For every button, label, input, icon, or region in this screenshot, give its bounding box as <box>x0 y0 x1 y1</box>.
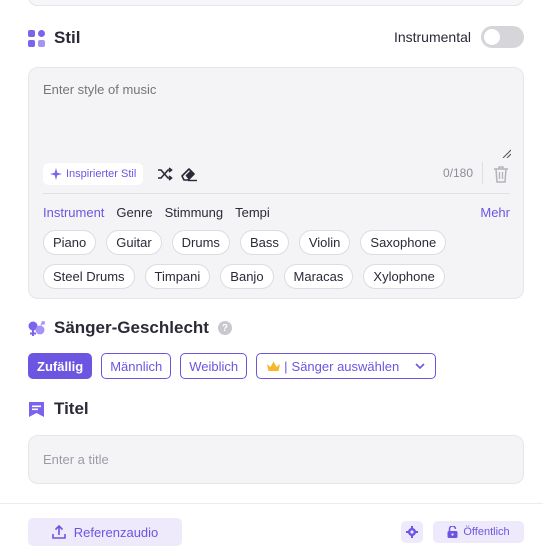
count-divider <box>482 162 483 184</box>
tab-tempi[interactable]: Tempi <box>235 205 270 220</box>
gender-female-button[interactable]: Weiblich <box>180 353 248 379</box>
chip-timpani[interactable]: Timpani <box>144 264 211 289</box>
reference-audio-button[interactable]: Referenzaudio <box>28 518 182 546</box>
style-input[interactable] <box>43 82 511 157</box>
sparkle-icon <box>50 168 62 180</box>
more-link[interactable]: Mehr <box>480 205 510 220</box>
style-section-header: Stil <box>28 28 80 48</box>
chip-bass[interactable]: Bass <box>239 230 289 255</box>
separator: | <box>284 358 288 374</box>
inspired-style-button[interactable]: Inspirierter Stil <box>43 163 144 185</box>
settings-button[interactable] <box>401 521 423 543</box>
tab-instrument[interactable]: Instrument <box>43 205 104 220</box>
style-tabs: Instrument Genre Stimmung Tempi <box>43 205 282 220</box>
gender-random-button[interactable]: Zufällig <box>28 353 93 379</box>
bookmark-icon <box>28 401 45 418</box>
shuffle-icon[interactable] <box>157 166 173 182</box>
gear-icon <box>406 526 418 538</box>
public-visibility-button[interactable]: Öffentlich <box>433 521 524 543</box>
style-card: Inspirierter Stil 0/180 Instrument Genre… <box>28 67 524 299</box>
tab-stimmung[interactable]: Stimmung <box>165 205 224 220</box>
singer-section-header: Sänger-Geschlecht ? <box>28 318 232 338</box>
chip-steel-drums[interactable]: Steel Drums <box>43 264 135 289</box>
inspired-style-label: Inspirierter Stil <box>66 168 137 180</box>
toggle-knob <box>484 29 500 45</box>
reference-audio-label: Referenzaudio <box>73 524 159 540</box>
chip-row-2: Steel Drums Timpani Banjo Maracas Xyloph… <box>43 264 445 289</box>
trash-icon[interactable] <box>493 165 509 183</box>
upload-icon <box>51 525 66 539</box>
card-divider <box>43 193 510 194</box>
chip-violin[interactable]: Violin <box>298 230 351 255</box>
instrumental-label: Instrumental <box>393 29 471 45</box>
choose-singer-label: Sänger auswählen <box>291 358 400 374</box>
choose-singer-dropdown[interactable]: | Sänger auswählen <box>256 353 437 379</box>
previous-card-edge <box>28 0 524 6</box>
resize-grip-icon[interactable] <box>501 148 511 158</box>
grid-shapes-icon <box>28 29 45 47</box>
gender-icon <box>28 320 45 337</box>
unlock-icon <box>447 526 458 538</box>
chip-saxophone[interactable]: Saxophone <box>360 230 447 255</box>
tab-genre[interactable]: Genre <box>116 205 152 220</box>
instrumental-toggle[interactable] <box>481 26 524 48</box>
title-heading: Titel <box>54 399 89 418</box>
help-icon[interactable]: ? <box>217 321 232 335</box>
bottom-divider <box>0 503 543 504</box>
style-title: Stil <box>54 28 81 47</box>
title-input[interactable] <box>28 435 524 484</box>
chevron-down-icon <box>415 363 425 370</box>
crown-icon <box>267 361 281 371</box>
chip-row-1: Piano Guitar Drums Bass Violin Saxophone <box>43 230 447 255</box>
gender-male-button[interactable]: Männlich <box>101 353 172 379</box>
eraser-icon[interactable] <box>180 166 198 182</box>
chip-drums[interactable]: Drums <box>171 230 230 255</box>
instrumental-toggle-group: Instrumental <box>394 26 524 48</box>
chip-banjo[interactable]: Banjo <box>220 264 274 289</box>
chip-guitar[interactable]: Guitar <box>106 230 162 255</box>
public-label: Öffentlich <box>463 526 510 538</box>
chip-maracas[interactable]: Maracas <box>283 264 354 289</box>
singer-gender-title: Sänger-Geschlecht <box>54 318 209 337</box>
title-section-header: Titel <box>28 399 89 419</box>
char-count: 0/180 <box>443 166 474 180</box>
chip-xylophone[interactable]: Xylophone <box>363 264 445 289</box>
gender-options: Zufällig Männlich Weiblich | Sänger ausw… <box>28 353 437 379</box>
chip-piano[interactable]: Piano <box>43 230 97 255</box>
